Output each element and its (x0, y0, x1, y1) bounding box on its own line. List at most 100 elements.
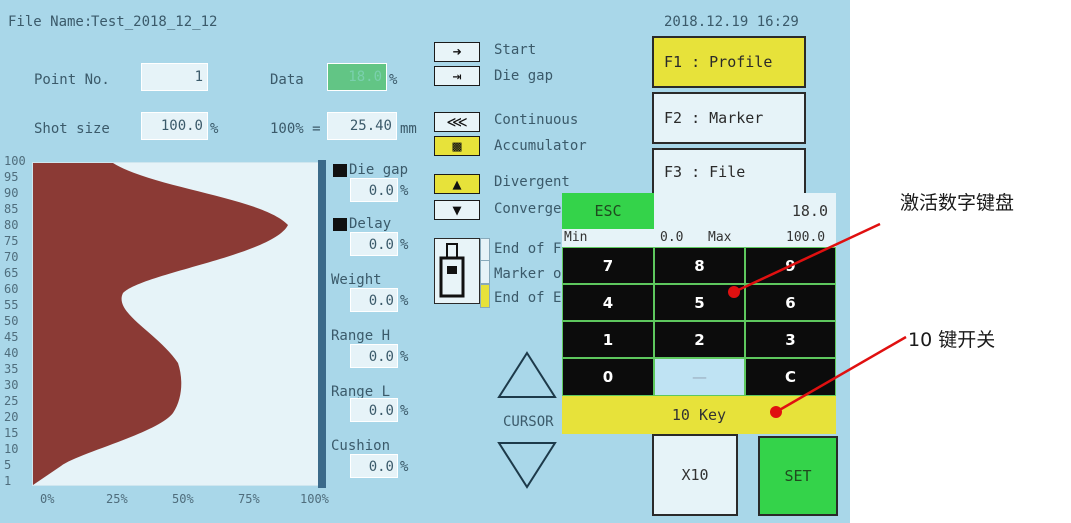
key-5[interactable]: 5 (654, 284, 745, 321)
x-tick-0: 0% (40, 492, 55, 506)
key-0[interactable]: 0 (562, 358, 654, 396)
continuous-icon: ⋘ (446, 113, 468, 131)
y-tick: 5 (4, 458, 12, 472)
key-clear[interactable]: C (745, 358, 836, 396)
accumulator-icon: ▩ (452, 137, 462, 155)
data-label: Data (270, 72, 304, 88)
hundred-percent-unit: mm (400, 121, 417, 137)
datetime: 2018.12.19 16:29 (664, 14, 799, 30)
end-of-f-indicator (480, 238, 490, 262)
keypad-annotation-text: 激活数字键盘 (900, 192, 1015, 214)
delay-label: Delay (349, 216, 392, 232)
shot-size-field[interactable]: 100.0 (141, 112, 208, 140)
y-tick: 70 (4, 250, 19, 264)
arrow-to-bar-icon: ⇥ (452, 67, 462, 85)
marker-o-indicator (480, 260, 490, 284)
hundred-percent-field[interactable]: 25.40 (327, 112, 397, 140)
range-l-unit: % (400, 403, 409, 419)
y-tick: 90 (4, 186, 19, 200)
y-tick: 80 (4, 218, 19, 232)
file-name-label: File Name: (8, 14, 93, 30)
die-gap-field[interactable]: 0.0 (350, 178, 398, 202)
tenkey-annotation-text: 10 键开关 (908, 329, 996, 351)
key-2[interactable]: 2 (654, 321, 745, 358)
start-label: Start (494, 42, 537, 58)
y-tick: 1 (4, 474, 12, 488)
converge-icon: ▼ (452, 201, 462, 219)
key-9[interactable]: 9 (745, 247, 836, 284)
y-tick: 60 (4, 282, 19, 296)
x10-button[interactable]: X10 (652, 434, 738, 516)
data-unit: % (389, 72, 398, 88)
cushion-unit: % (400, 459, 409, 475)
f2-marker-button[interactable]: F2 : Marker (652, 92, 806, 144)
key-3[interactable]: 3 (745, 321, 836, 358)
delay-field[interactable]: 0.0 (350, 232, 398, 256)
continuous-label: Continuous (494, 112, 579, 128)
f3-file-button[interactable]: F3 : File (652, 148, 806, 196)
divergent-label: Divergent (494, 174, 570, 190)
y-tick: 35 (4, 362, 19, 376)
cushion-label: Cushion (331, 438, 391, 454)
accumulator-label: Accumulator (494, 138, 587, 154)
profile-scrollbar[interactable] (318, 160, 326, 488)
y-tick: 100 (4, 154, 26, 168)
key-minus[interactable]: — (654, 358, 745, 396)
weight-field[interactable]: 0.0 (350, 288, 398, 312)
key-4[interactable]: 4 (562, 284, 654, 321)
ten-key-toggle[interactable]: 10 Key (562, 396, 836, 434)
keypad-display: 18.0 (654, 193, 836, 229)
cushion-field[interactable]: 0.0 (350, 454, 398, 478)
x-tick-75: 75% (238, 492, 260, 506)
x-tick-25: 25% (106, 492, 128, 506)
y-tick: 30 (4, 378, 19, 392)
end-of-e-indicator (480, 284, 490, 308)
y-tick: 15 (4, 426, 19, 440)
max-value: 100.0 (786, 230, 826, 245)
x-tick-100: 100% (300, 492, 329, 506)
profile-chart[interactable] (32, 162, 321, 486)
range-h-label: Range H (331, 328, 391, 344)
accumulator-mode-button[interactable]: ▩ (434, 136, 480, 156)
converge-mode-button[interactable]: ▼ (434, 200, 480, 220)
delay-unit: % (400, 237, 409, 253)
key-7[interactable]: 7 (562, 247, 654, 284)
x-tick-50: 50% (172, 492, 194, 506)
cursor-up-button[interactable] (496, 350, 558, 404)
max-label: Max (708, 230, 732, 245)
marker-o-label: Marker o (494, 266, 562, 282)
y-tick: 65 (4, 266, 19, 280)
point-no-field[interactable]: 1 (141, 63, 208, 91)
key-8[interactable]: 8 (654, 247, 745, 284)
start-mode-button[interactable]: ➜ (434, 42, 480, 62)
divergent-mode-button[interactable]: ▲ (434, 174, 480, 194)
data-field[interactable]: 18.0 (327, 63, 387, 91)
shot-size-unit: % (210, 121, 219, 137)
key-6[interactable]: 6 (745, 284, 836, 321)
y-tick: 10 (4, 442, 19, 456)
range-h-field[interactable]: 0.0 (350, 344, 398, 368)
cursor-down-button[interactable] (496, 440, 558, 494)
point-no-label: Point No. (34, 72, 110, 88)
die-gap-mode-button[interactable]: ⇥ (434, 66, 480, 86)
divergent-icon: ▲ (452, 175, 462, 193)
range-l-field[interactable]: 0.0 (350, 398, 398, 422)
f1-profile-button[interactable]: F1 : Profile (652, 36, 806, 88)
key-1[interactable]: 1 (562, 321, 654, 358)
die-gap-mode-label: Die gap (494, 68, 554, 84)
converge-label: Converge (494, 201, 562, 217)
die-gap-unit: % (400, 183, 409, 199)
triangle-down-icon (497, 442, 557, 489)
marker-status-icon (434, 238, 480, 304)
esc-button[interactable]: ESC (562, 193, 654, 229)
set-button[interactable]: SET (758, 436, 838, 516)
weight-label: Weight (331, 272, 382, 288)
y-axis: 100 95 90 85 80 75 70 65 60 55 50 45 40 35 30 25 20 15 10 5… (2, 154, 28, 488)
die-gap-label: Die gap (349, 162, 409, 178)
shot-size-label: Shot size (34, 121, 110, 137)
delay-marker-square (333, 218, 347, 231)
die-gap-marker-square (333, 164, 347, 177)
file-name-value: Test_2018_12_12 (91, 14, 218, 30)
continuous-mode-button[interactable]: ⋘ (434, 112, 480, 132)
parison-profile-area (33, 163, 288, 485)
